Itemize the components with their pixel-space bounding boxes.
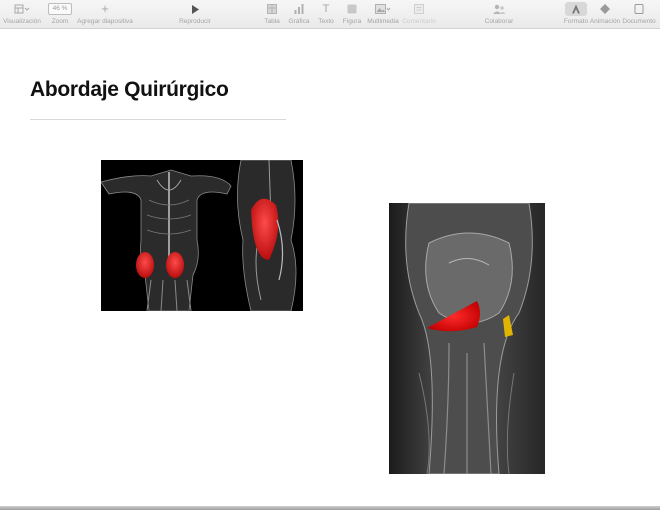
document-label: Documento bbox=[622, 18, 656, 25]
view-icon bbox=[14, 2, 30, 16]
zoom-value[interactable]: 46 % bbox=[47, 3, 73, 15]
zoom-control[interactable]: 46 % Zoom bbox=[46, 2, 74, 28]
document-icon bbox=[634, 2, 644, 16]
add-slide-button[interactable]: + Agregar diapositiva bbox=[77, 1, 133, 28]
comment-button[interactable]: Comentario bbox=[402, 2, 436, 28]
media-label: Multimedia bbox=[367, 18, 399, 25]
media-button[interactable]: Multimedia bbox=[367, 2, 399, 28]
play-icon bbox=[191, 2, 199, 16]
shape-label: Figura bbox=[342, 18, 362, 25]
slide-title[interactable]: Abordaje Quirúrgico bbox=[30, 78, 229, 102]
collaborate-button[interactable]: Colaborar bbox=[484, 2, 514, 28]
shape-button[interactable]: Figura bbox=[341, 2, 363, 28]
title-divider bbox=[30, 119, 286, 120]
format-button[interactable]: Formato bbox=[564, 2, 588, 28]
format-label: Formato bbox=[563, 18, 589, 25]
anatomy-back-image[interactable] bbox=[101, 160, 303, 311]
shape-icon bbox=[347, 2, 357, 16]
chart-label: Gráfica bbox=[288, 18, 310, 25]
zoom-label: Zoom bbox=[51, 18, 69, 25]
document-button[interactable]: Documento bbox=[622, 2, 656, 28]
chart-button[interactable]: Gráfica bbox=[287, 2, 311, 28]
plus-icon: + bbox=[101, 1, 109, 16]
animate-icon bbox=[600, 2, 610, 16]
table-icon bbox=[267, 2, 277, 16]
chart-icon bbox=[294, 2, 304, 16]
animate-label: Animación bbox=[589, 18, 621, 25]
anatomy-hip-image[interactable] bbox=[389, 203, 545, 474]
animate-button[interactable]: Animación bbox=[589, 2, 621, 28]
table-button[interactable]: Tabla bbox=[262, 2, 282, 28]
window-bottom-edge bbox=[0, 506, 660, 510]
toolbar: Visualización 46 % Zoom + Agregar diapos… bbox=[0, 0, 660, 29]
view-label: Visualización bbox=[3, 18, 41, 25]
view-button[interactable]: Visualización bbox=[3, 2, 41, 28]
text-button[interactable]: T Texto bbox=[316, 2, 336, 28]
play-button[interactable]: Reproducir bbox=[178, 2, 212, 28]
image-icon bbox=[375, 2, 391, 16]
format-brush-icon bbox=[565, 2, 587, 16]
text-label: Texto bbox=[318, 18, 334, 25]
text-icon: T bbox=[322, 3, 330, 15]
add-slide-label: Agregar diapositiva bbox=[77, 18, 133, 25]
comment-icon bbox=[414, 2, 424, 16]
collaborate-label: Colaborar bbox=[484, 18, 514, 25]
comment-label: Comentario bbox=[402, 18, 436, 25]
play-label: Reproducir bbox=[179, 18, 211, 25]
collaborate-icon bbox=[492, 2, 506, 16]
table-label: Tabla bbox=[264, 18, 280, 25]
